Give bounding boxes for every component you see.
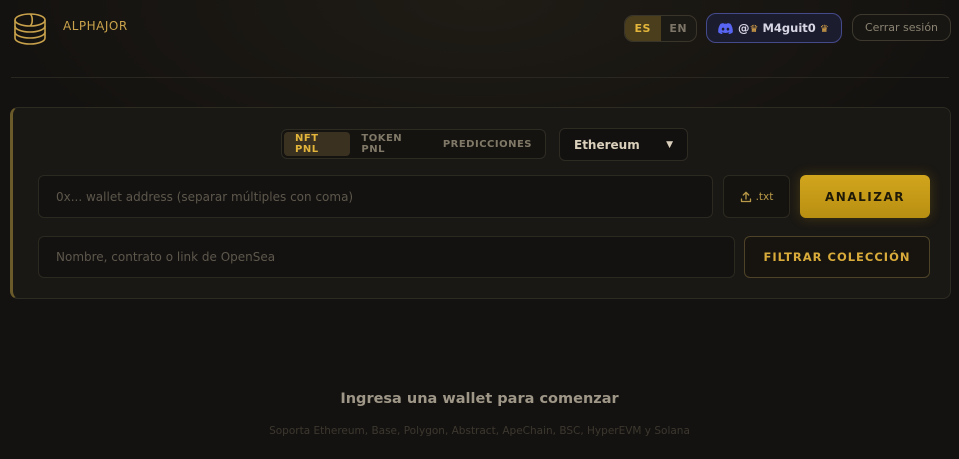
discord-username: @♛ M4guit0 ♛ — [738, 21, 829, 35]
logout-button[interactable]: Cerrar sesión — [852, 14, 951, 41]
chain-selected-value: Ethereum — [574, 137, 640, 152]
header-divider — [11, 77, 949, 78]
collection-filter-input[interactable] — [38, 236, 735, 278]
chain-select[interactable]: Ethereum ▼ — [559, 128, 688, 161]
analyzer-panel: NFT PNL TOKEN PNL PREDICCIONES Ethereum … — [10, 107, 951, 299]
crown-icon: ♛ — [749, 24, 759, 35]
top-header: ALPHAJOR ES EN @♛ M4guit0 ♛ Cerrar sesió… — [0, 0, 959, 56]
discord-icon — [718, 22, 733, 34]
filter-collection-button[interactable]: FILTRAR COLECCIÓN — [744, 236, 930, 278]
coin-stack-logo-icon[interactable] — [11, 9, 49, 47]
crown-icon: ♛ — [819, 24, 829, 35]
mode-tabs: NFT PNL TOKEN PNL PREDICCIONES — [281, 129, 546, 159]
upload-icon — [740, 191, 751, 202]
chevron-down-icon: ▼ — [666, 139, 673, 150]
empty-state-subtitle: Soporta Ethereum, Base, Polygon, Abstrac… — [269, 425, 690, 437]
discord-account-badge[interactable]: @♛ M4guit0 ♛ — [706, 13, 842, 43]
wallet-address-input[interactable] — [38, 175, 713, 218]
empty-state-title: Ingresa una wallet para comenzar — [340, 391, 619, 407]
brand-name: ALPHAJOR — [63, 19, 128, 33]
language-toggle: ES EN — [624, 15, 697, 42]
lang-en-button[interactable]: EN — [661, 16, 697, 41]
upload-label: .txt — [755, 190, 774, 203]
tab-token-pnl[interactable]: TOKEN PNL — [350, 132, 431, 156]
lang-es-button[interactable]: ES — [625, 16, 661, 41]
upload-txt-button[interactable]: .txt — [723, 175, 790, 218]
analyze-button[interactable]: ANALIZAR — [800, 175, 930, 218]
tab-nft-pnl[interactable]: NFT PNL — [284, 132, 351, 156]
tab-predicciones[interactable]: PREDICCIONES — [432, 132, 543, 156]
